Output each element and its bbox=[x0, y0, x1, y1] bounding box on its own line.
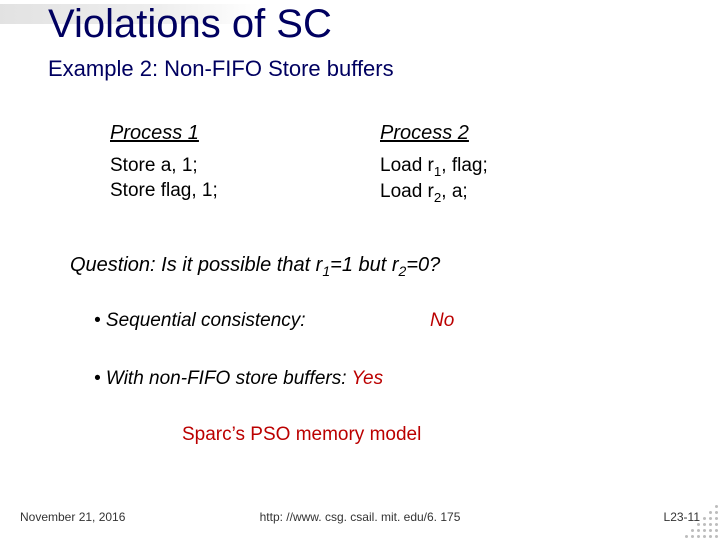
footer-url: http: //www. csg. csail. mit. edu/6. 175 bbox=[0, 510, 720, 524]
slide-title: Violations of SC bbox=[48, 2, 332, 47]
bullet-sequential-consistency: • Sequential consistency: bbox=[94, 310, 306, 332]
footer-page-number: L23-11 bbox=[664, 510, 700, 524]
p2-line1-post: , flag; bbox=[441, 155, 487, 176]
process-1-label: Process 1 bbox=[110, 122, 199, 145]
p1-line1: Store a, 1; bbox=[110, 155, 198, 176]
question-text: Question: Is it possible that r1=1 but r… bbox=[70, 254, 440, 279]
p2-line2-post: , a; bbox=[441, 181, 467, 202]
p2-line1-pre: Load r bbox=[380, 155, 434, 176]
question-mid: =1 but r bbox=[330, 254, 398, 276]
p2-line2-pre: Load r bbox=[380, 181, 434, 202]
process-1-code: Store a, 1; Store flag, 1; bbox=[110, 154, 218, 203]
p1-line2: Store flag, 1; bbox=[110, 180, 218, 201]
process-2-code: Load r1, flag; Load r2, a; bbox=[380, 154, 488, 206]
answer-non-fifo: Yes bbox=[351, 368, 383, 389]
process-2-label: Process 2 bbox=[380, 122, 469, 145]
bullet-non-fifo-text: • With non-FIFO store buffers: bbox=[94, 368, 351, 389]
answer-sequential-consistency: No bbox=[430, 310, 454, 332]
question-sub1: 1 bbox=[322, 263, 330, 279]
question-post: =0? bbox=[406, 254, 440, 276]
sparc-pso-note: Sparc’s PSO memory model bbox=[182, 424, 421, 446]
slide-subtitle: Example 2: Non-FIFO Store buffers bbox=[48, 56, 394, 82]
slide: Violations of SC Example 2: Non-FIFO Sto… bbox=[0, 0, 720, 540]
bullet-non-fifo: • With non-FIFO store buffers: Yes bbox=[94, 368, 383, 390]
question-pre: Question: Is it possible that r bbox=[70, 254, 322, 276]
